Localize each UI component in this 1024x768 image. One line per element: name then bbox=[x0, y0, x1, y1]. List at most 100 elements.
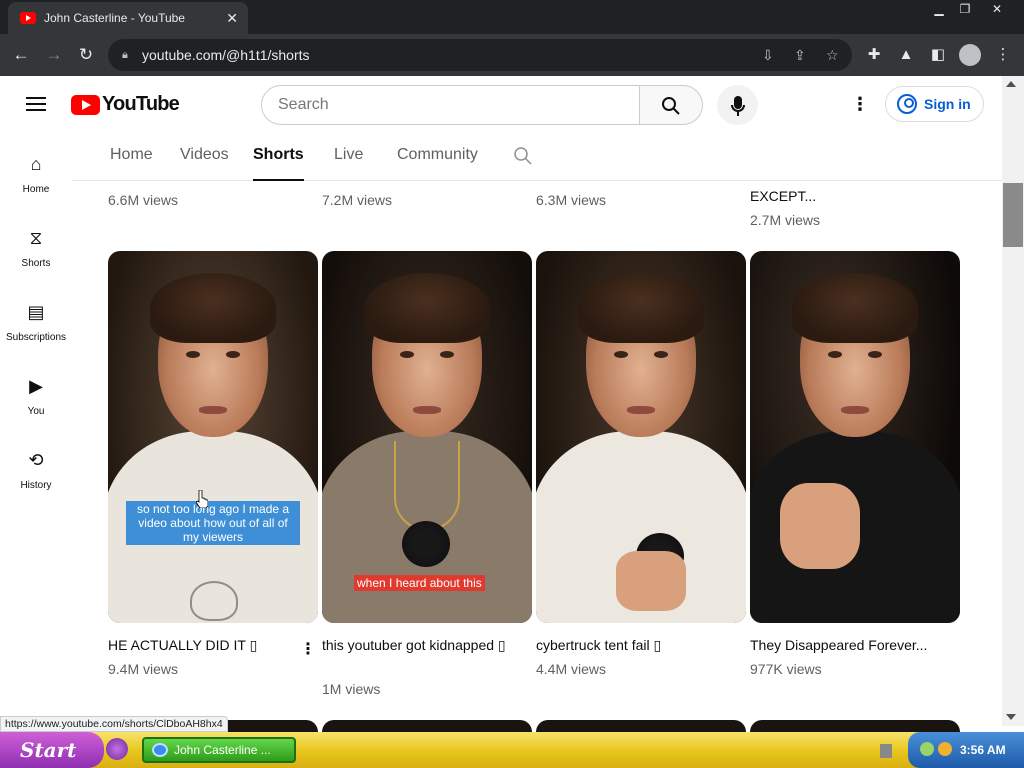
scroll-up-arrow-icon[interactable] bbox=[1006, 81, 1016, 87]
page-scrollbar[interactable] bbox=[1002, 76, 1024, 726]
balloon-logo-icon bbox=[190, 581, 238, 621]
youtube-play-icon bbox=[71, 94, 100, 115]
browser-titlebar: John Casterline - YouTube ✕ ▁ ❐ ✕ bbox=[0, 0, 1024, 34]
scroll-down-arrow-icon[interactable] bbox=[1006, 714, 1016, 720]
video-caption: so not too long ago I made a video about… bbox=[126, 501, 300, 545]
voice-search-button[interactable] bbox=[717, 85, 758, 125]
hand-cursor-icon bbox=[196, 490, 208, 508]
short-thumbnail[interactable]: so not too long ago I made a video about… bbox=[108, 251, 318, 623]
taskbar-item-browser[interactable]: John Casterline ... bbox=[142, 737, 296, 763]
forward-arrow-icon[interactable]: → bbox=[43, 44, 65, 66]
short-title[interactable]: HE ACTUALLY DID IT ▯ bbox=[108, 635, 294, 655]
sign-in-label: Sign in bbox=[924, 96, 971, 112]
rail-label: Home bbox=[22, 184, 50, 195]
prev-short-title[interactable]: EXCEPT... bbox=[750, 186, 816, 206]
rail-label: You bbox=[27, 406, 45, 417]
tab-videos[interactable]: Videos bbox=[180, 146, 229, 164]
browser-globe-icon bbox=[152, 743, 168, 757]
you-icon: ▶︎ bbox=[29, 376, 43, 396]
fist-shape bbox=[780, 483, 860, 569]
restore-button[interactable]: ❐ bbox=[952, 0, 978, 20]
window-close-button[interactable]: ✕ bbox=[984, 0, 1010, 20]
youtube-logo[interactable]: YouTube bbox=[71, 93, 180, 116]
status-url-bar: https://www.youtube.com/shorts/ClDboAH8h… bbox=[0, 716, 228, 732]
short-thumbnail[interactable]: when I heard about this bbox=[322, 251, 532, 623]
browser-tab[interactable]: John Casterline - YouTube ✕ bbox=[8, 2, 248, 34]
start-button[interactable]: Start bbox=[0, 732, 104, 768]
labs-flask-icon[interactable]: ▲ bbox=[896, 45, 916, 65]
rail-item-you[interactable]: ▶︎ You bbox=[0, 376, 72, 417]
short-views: 1M views bbox=[322, 681, 381, 697]
taskbar-item-label: John Casterline ... bbox=[174, 743, 271, 757]
tab-community[interactable]: Community bbox=[397, 146, 478, 164]
video-caption: when I heard about this bbox=[354, 575, 485, 591]
rail-label: Subscriptions bbox=[5, 332, 67, 343]
hair-shape bbox=[150, 273, 276, 343]
rail-label: Shorts bbox=[21, 258, 51, 269]
side-panel-icon[interactable]: ◧ bbox=[928, 45, 948, 65]
channel-search-icon[interactable] bbox=[513, 146, 533, 171]
tab-close-icon[interactable]: ✕ bbox=[226, 10, 238, 27]
more-options-icon[interactable]: ⋮ bbox=[300, 639, 316, 659]
extensions-puzzle-icon[interactable]: ✚ bbox=[864, 45, 884, 65]
search-tray-icon[interactable] bbox=[938, 742, 952, 756]
prev-short-views: 7.2M views bbox=[322, 192, 393, 208]
back-arrow-icon[interactable]: ← bbox=[10, 44, 32, 66]
short-title[interactable]: They Disappeared Forever... bbox=[750, 635, 950, 655]
sign-in-button[interactable]: Sign in bbox=[885, 86, 984, 122]
profile-avatar-icon[interactable] bbox=[959, 44, 981, 66]
short-title[interactable]: this youtuber got kidnapped ▯ bbox=[322, 635, 512, 655]
shorts-icon: ⧖ bbox=[29, 228, 43, 248]
user-circle-icon bbox=[897, 94, 917, 114]
rail-item-shorts[interactable]: ⧖ Shorts bbox=[0, 228, 72, 269]
hair-shape bbox=[364, 273, 490, 343]
microphone-icon bbox=[730, 95, 745, 116]
short-views: 4.4M views bbox=[536, 661, 607, 677]
settings-kebab-icon[interactable]: ⋮ bbox=[851, 94, 869, 115]
tab-shorts[interactable]: Shorts bbox=[253, 146, 304, 181]
logo-text: YouTube bbox=[102, 93, 180, 115]
next-short-thumbnail[interactable] bbox=[322, 720, 532, 732]
short-views: 977K views bbox=[750, 661, 822, 677]
address-url: youtube.com/@h1t1/shorts bbox=[142, 47, 310, 63]
search-button[interactable] bbox=[639, 85, 703, 125]
start-decoration-icon bbox=[106, 738, 128, 760]
prev-short-views: 2.7M views bbox=[750, 212, 821, 228]
short-thumbnail[interactable] bbox=[750, 251, 960, 623]
rail-label: History bbox=[20, 480, 52, 491]
hamburger-menu-icon[interactable] bbox=[26, 97, 46, 111]
share-icon[interactable]: ⇪ bbox=[794, 39, 806, 71]
rail-item-home[interactable]: ⌂ Home bbox=[0, 154, 72, 195]
next-short-thumbnail[interactable] bbox=[750, 720, 960, 732]
youtube-favicon-icon bbox=[20, 12, 36, 24]
tray-device-icon[interactable] bbox=[880, 744, 892, 758]
lock-icon: 🔒︎ bbox=[122, 49, 128, 61]
search-icon bbox=[662, 97, 680, 115]
reload-icon[interactable]: ↻ bbox=[75, 44, 97, 66]
channel-tabs: Home Videos Shorts Live Community bbox=[72, 134, 1002, 181]
hair-shape bbox=[578, 273, 704, 343]
rail-item-history[interactable]: ⟲ History bbox=[0, 450, 72, 491]
next-short-thumbnail[interactable] bbox=[536, 720, 746, 732]
browser-toolbar: ← → ↻ 🔒︎ youtube.com/@h1t1/shorts ⇩ ⇪ ☆ … bbox=[0, 34, 1024, 76]
search-input[interactable]: Search bbox=[261, 85, 640, 125]
system-tray: 3:56 AM bbox=[908, 732, 1024, 768]
clock[interactable]: 3:56 AM bbox=[960, 743, 1006, 757]
short-thumbnail[interactable] bbox=[536, 251, 746, 623]
youtube-header: YouTube Search ⋮ Sign in bbox=[0, 76, 1024, 134]
bookmark-star-icon[interactable]: ☆ bbox=[826, 39, 839, 71]
install-app-icon[interactable]: ⇩ bbox=[762, 39, 774, 71]
minimize-button[interactable]: ▁ bbox=[926, 0, 952, 20]
gold-chain-shape bbox=[394, 441, 460, 531]
browser-menu-icon[interactable]: ⋮ bbox=[993, 45, 1013, 65]
prev-short-views: 6.6M views bbox=[108, 192, 179, 208]
network-icon[interactable] bbox=[920, 742, 934, 756]
short-title[interactable]: cybertruck tent fail ▯ bbox=[536, 635, 736, 655]
scrollbar-thumb[interactable] bbox=[1003, 183, 1023, 247]
address-bar[interactable]: 🔒︎ youtube.com/@h1t1/shorts ⇩ ⇪ ☆ bbox=[108, 39, 852, 71]
microphone-fuzz-shape bbox=[402, 521, 450, 567]
rail-item-subscriptions[interactable]: ▤ Subscriptions bbox=[0, 302, 72, 343]
tab-home[interactable]: Home bbox=[110, 146, 153, 164]
tab-live[interactable]: Live bbox=[334, 146, 363, 164]
prev-short-views: 6.3M views bbox=[536, 192, 607, 208]
